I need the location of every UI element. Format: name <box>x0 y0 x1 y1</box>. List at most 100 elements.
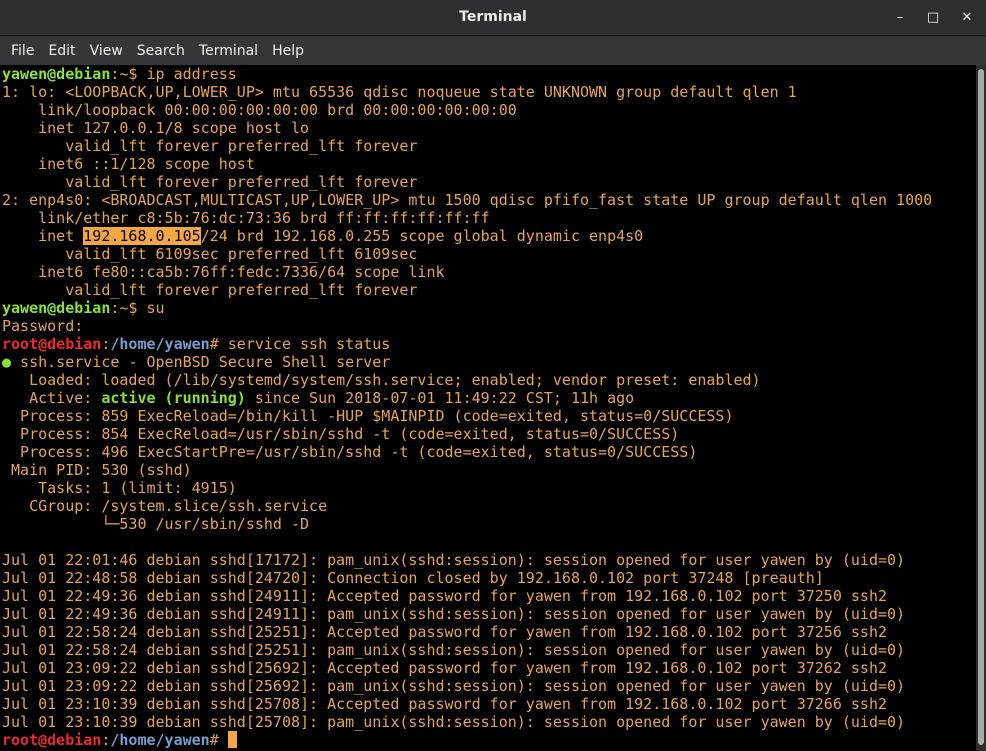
terminal-line: 2: enp4s0: <BROADCAST,MULTICAST,UP,LOWER… <box>2 191 932 209</box>
terminal-line: CGroup: /system.slice/ssh.service <box>2 497 932 515</box>
close-icon[interactable]: ✕ <box>958 9 976 27</box>
line-segment: valid_lft 6109sec preferred_lft 6109sec <box>2 245 418 263</box>
terminal-line: Active: active (running) since Sun 2018-… <box>2 389 932 407</box>
line-segment: since Sun 2018-07-01 11:49:22 CST; 11h a… <box>245 389 635 407</box>
terminal-line: Jul 01 22:58:24 debian sshd[25251]: pam_… <box>2 641 932 659</box>
line-segment: valid_lft forever preferred_lft forever <box>2 281 418 299</box>
line-segment: Jul 01 22:58:24 debian sshd[25251]: pam_… <box>2 641 906 659</box>
terminal-line: Password: <box>2 317 932 335</box>
window-title: Terminal <box>459 9 527 25</box>
line-segment: Jul 01 23:09:22 debian sshd[25692]: pam_… <box>2 677 906 695</box>
menu-edit[interactable]: Edit <box>45 37 78 65</box>
terminal-line: valid_lft forever preferred_lft forever <box>2 281 932 299</box>
terminal-line: Jul 01 22:01:46 debian sshd[17172]: pam_… <box>2 551 932 569</box>
line-segment: root@debian <box>2 731 102 749</box>
line-segment: Password: <box>2 317 84 335</box>
line-segment: link/ether c8:5b:76:dc:73:36 brd ff:ff:f… <box>2 209 490 227</box>
line-segment: inet6 ::1/128 scope host <box>2 155 255 173</box>
terminal-line: Jul 01 23:10:39 debian sshd[25708]: Acce… <box>2 695 932 713</box>
status-dot-icon: ● <box>2 353 12 371</box>
line-segment: CGroup: /system.slice/ssh.service <box>2 497 328 515</box>
terminal-line: inet 192.168.0.105/24 brd 192.168.0.255 … <box>2 227 932 245</box>
line-segment: Jul 01 22:01:46 debian sshd[17172]: pam_… <box>2 551 906 569</box>
terminal-line: Jul 01 22:58:24 debian sshd[25251]: Acce… <box>2 623 932 641</box>
terminal-line: ● ssh.service - OpenBSD Secure Shell ser… <box>2 353 932 371</box>
line-segment: 2: enp4s0: <BROADCAST,MULTICAST,UP,LOWER… <box>2 191 933 209</box>
line-segment: Jul 01 23:10:39 debian sshd[25708]: pam_… <box>2 713 906 731</box>
line-segment: Jul 01 23:10:39 debian sshd[25708]: Acce… <box>2 695 888 713</box>
terminal-output[interactable]: yawen@debian:~$ ip address 1: lo: <LOOPBA… <box>0 65 976 751</box>
scrollbar-thumb[interactable] <box>978 69 984 745</box>
menu-search[interactable]: Search <box>134 37 188 65</box>
line-segment: Jul 01 22:49:36 debian sshd[24911]: Acce… <box>2 587 888 605</box>
terminal-line: Jul 01 23:09:22 debian sshd[25692]: pam_… <box>2 677 932 695</box>
line-segment: ssh.service - OpenBSD Secure Shell serve… <box>11 353 391 371</box>
selected-text: 192.168.0.105 <box>83 227 201 245</box>
menu-bar: File Edit View Search Terminal Help <box>0 37 986 65</box>
terminal-line: Process: 854 ExecReload=/usr/sbin/sshd -… <box>2 425 932 443</box>
terminal-line: link/loopback 00:00:00:00:00:00 brd 00:0… <box>2 101 932 119</box>
menu-view[interactable]: View <box>87 37 126 65</box>
terminal-line: Loaded: loaded (/lib/systemd/system/ssh.… <box>2 371 932 389</box>
terminal-line: Main PID: 530 (sshd) <box>2 461 932 479</box>
line-segment: yawen@debian <box>2 65 111 83</box>
menu-terminal[interactable]: Terminal <box>196 37 261 65</box>
terminal-line: 1: lo: <LOOPBACK,UP,LOWER_UP> mtu 65536 … <box>2 83 932 101</box>
terminal-line: Jul 01 22:49:36 debian sshd[24911]: Acce… <box>2 587 932 605</box>
terminal-line: inet6 ::1/128 scope host <box>2 155 932 173</box>
line-segment: Tasks: 1 (limit: 4915) <box>2 479 237 497</box>
terminal-lines: yawen@debian:~$ ip address 1: lo: <LOOPBA… <box>2 65 932 749</box>
terminal-line: yawen@debian:~$ ip address <box>2 65 932 83</box>
line-segment: 1: lo: <LOOPBACK,UP,LOWER_UP> mtu 65536 … <box>2 83 797 101</box>
terminal-line: inet 127.0.0.1/8 scope host lo <box>2 119 932 137</box>
terminal-line: link/ether c8:5b:76:dc:73:36 brd ff:ff:f… <box>2 209 932 227</box>
line-segment: inet 127.0.0.1/8 scope host lo <box>2 119 310 137</box>
line-segment: └─530 /usr/sbin/sshd -D <box>2 515 310 533</box>
terminal-line: root@debian:/home/yawen# service ssh sta… <box>2 335 932 353</box>
line-segment: valid_lft forever preferred_lft forever <box>2 137 418 155</box>
line-segment: Active: <box>2 389 102 407</box>
line-segment: Jul 01 23:09:22 debian sshd[25692]: Acce… <box>2 659 888 677</box>
terminal-line: Jul 01 22:48:58 debian sshd[24720]: Conn… <box>2 569 932 587</box>
terminal-line: Jul 01 23:09:22 debian sshd[25692]: Acce… <box>2 659 932 677</box>
line-segment: /24 brd 192.168.0.255 scope global dynam… <box>200 227 644 245</box>
line-segment: valid_lft forever preferred_lft forever <box>2 173 418 191</box>
line-segment: inet <box>2 227 84 245</box>
terminal-line: valid_lft forever preferred_lft forever <box>2 137 932 155</box>
scrollbar[interactable] <box>976 65 986 751</box>
title-bar[interactable]: Terminal – □ ✕ <box>0 0 986 36</box>
terminal-line: valid_lft forever preferred_lft forever <box>2 173 932 191</box>
line-segment: /home/yawen <box>110 731 210 749</box>
line-segment: Jul 01 22:48:58 debian sshd[24720]: Conn… <box>2 569 824 587</box>
line-segment: yawen@debian <box>2 299 111 317</box>
line-segment: root@debian <box>2 335 102 353</box>
line-segment: Process: 496 ExecStartPre=/usr/sbin/sshd… <box>2 443 698 461</box>
cursor <box>227 731 237 748</box>
terminal-line: Process: 496 ExecStartPre=/usr/sbin/sshd… <box>2 443 932 461</box>
line-segment: Main PID: 530 (sshd) <box>2 461 192 479</box>
menu-help[interactable]: Help <box>269 37 307 65</box>
line-segment: active (running) <box>101 389 246 407</box>
line-segment: # service ssh status <box>209 335 391 353</box>
line-segment: Jul 01 22:49:36 debian sshd[24911]: pam_… <box>2 605 906 623</box>
maximize-icon[interactable]: □ <box>924 9 942 27</box>
terminal-line: yawen@debian:~$ su <box>2 299 932 317</box>
line-segment: Loaded: loaded (/lib/systemd/system/ssh.… <box>2 371 761 389</box>
terminal-line: root@debian:/home/yawen# <box>2 731 932 749</box>
line-segment: Process: 859 ExecReload=/bin/kill -HUP $… <box>2 407 734 425</box>
line-segment: /home/yawen <box>110 335 210 353</box>
line-segment: Process: 854 ExecReload=/usr/sbin/sshd -… <box>2 425 680 443</box>
minimize-icon[interactable]: – <box>891 9 909 27</box>
terminal-line: Tasks: 1 (limit: 4915) <box>2 479 932 497</box>
line-segment: Jul 01 22:58:24 debian sshd[25251]: Acce… <box>2 623 888 641</box>
terminal-line: valid_lft 6109sec preferred_lft 6109sec <box>2 245 932 263</box>
terminal-line: Jul 01 23:10:39 debian sshd[25708]: pam_… <box>2 713 932 731</box>
terminal-line: inet6 fe80::ca5b:76ff:fedc:7336/64 scope… <box>2 263 932 281</box>
menu-file[interactable]: File <box>8 37 37 65</box>
line-segment: # <box>209 731 228 749</box>
terminal-line: Jul 01 22:49:36 debian sshd[24911]: pam_… <box>2 605 932 623</box>
terminal-line: Process: 859 ExecReload=/bin/kill -HUP $… <box>2 407 932 425</box>
line-segment: :~$ su <box>110 299 165 317</box>
terminal-line: └─530 /usr/sbin/sshd -D <box>2 515 932 533</box>
